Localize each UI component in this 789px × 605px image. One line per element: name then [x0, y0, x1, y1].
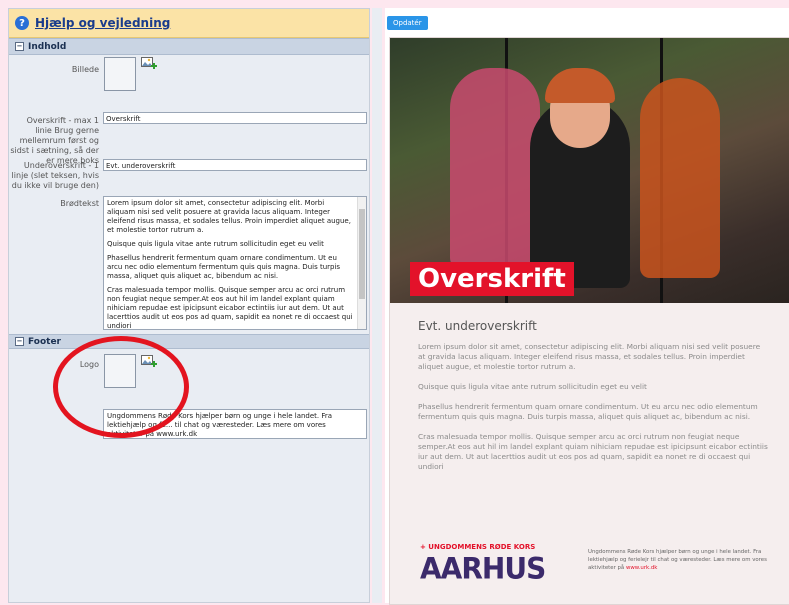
- body-label: Brødtekst: [60, 199, 99, 208]
- footer-text: Ungdommens Røde Kors hjælper børn og ung…: [588, 549, 767, 571]
- poster-body: Lorem ipsum dolor sit amet, consectetur …: [418, 342, 768, 482]
- panel-scrollbar[interactable]: [372, 8, 382, 603]
- poster-paragraph: Phasellus hendrerit fermentum quam ornar…: [418, 402, 758, 421]
- add-image-icon[interactable]: [141, 57, 157, 71]
- logo-city: AARHUS: [420, 551, 546, 586]
- poster-paragraph: Cras malesuada tempor mollis. Quisque se…: [418, 432, 768, 471]
- body-paragraph: Quisque quis ligula vitae ante rutrum so…: [107, 240, 324, 248]
- help-icon[interactable]: ?: [15, 16, 29, 30]
- heading-input[interactable]: Overskrift: [103, 112, 367, 124]
- subheading-label: Underoverskrift - 1 linje (slet teksen, …: [11, 161, 99, 190]
- body-textarea[interactable]: Lorem ipsum dolor sit amet, consectetur …: [103, 196, 367, 330]
- image-label: Billede: [71, 65, 99, 74]
- help-link[interactable]: Hjælp og vejledning: [35, 16, 170, 30]
- collapse-icon[interactable]: −: [15, 42, 24, 51]
- photo-hair: [545, 68, 615, 103]
- update-button[interactable]: Opdatér: [387, 16, 428, 30]
- section-title: Footer: [28, 336, 61, 347]
- scroll-thumb[interactable]: [359, 209, 365, 299]
- footer-link[interactable]: www.urk.dk: [626, 565, 657, 571]
- poster-paragraph: Quisque quis ligula vitae ante rutrum so…: [418, 382, 647, 391]
- help-bar[interactable]: ? Hjælp og vejledning: [9, 9, 369, 38]
- photo-child: [640, 78, 720, 278]
- body-paragraph: Lorem ipsum dolor sit amet, consectetur …: [107, 199, 351, 234]
- subheading-input[interactable]: Evt. underoverskrift: [103, 159, 367, 171]
- poster-subheading: Evt. underoverskrift: [418, 319, 537, 333]
- textarea-scrollbar[interactable]: [357, 197, 366, 329]
- image-placeholder[interactable]: [104, 57, 136, 91]
- editor-panel: ? Hjælp og vejledning − Indhold Billede …: [8, 8, 370, 603]
- preview-panel: Opdatér Overskrift Evt. underoverskrift …: [385, 8, 789, 605]
- section-title: Indhold: [28, 41, 67, 52]
- heading-label: Overskrift - max 1 linie Brug gerne mell…: [10, 116, 99, 165]
- body-paragraph: Phasellus hendrerit fermentum quam ornar…: [107, 254, 341, 280]
- poster-preview: Overskrift Evt. underoverskrift Lorem ip…: [389, 37, 789, 605]
- logo-tagline: + UNGDOMMENS RØDE KORS: [420, 543, 536, 551]
- poster-footer: Ungdommens Røde Kors hjælper børn og ung…: [588, 548, 770, 572]
- collapse-icon[interactable]: −: [15, 337, 24, 346]
- poster-paragraph: Lorem ipsum dolor sit amet, consectetur …: [418, 342, 761, 371]
- body-paragraph: Cras malesuada tempor mollis. Quisque se…: [107, 286, 353, 330]
- annotation-circle: [53, 336, 189, 438]
- section-content-header[interactable]: − Indhold: [9, 38, 369, 55]
- poster-headline: Overskrift: [410, 262, 574, 296]
- section-footer-header[interactable]: − Footer: [9, 334, 369, 349]
- photo-child: [450, 68, 540, 268]
